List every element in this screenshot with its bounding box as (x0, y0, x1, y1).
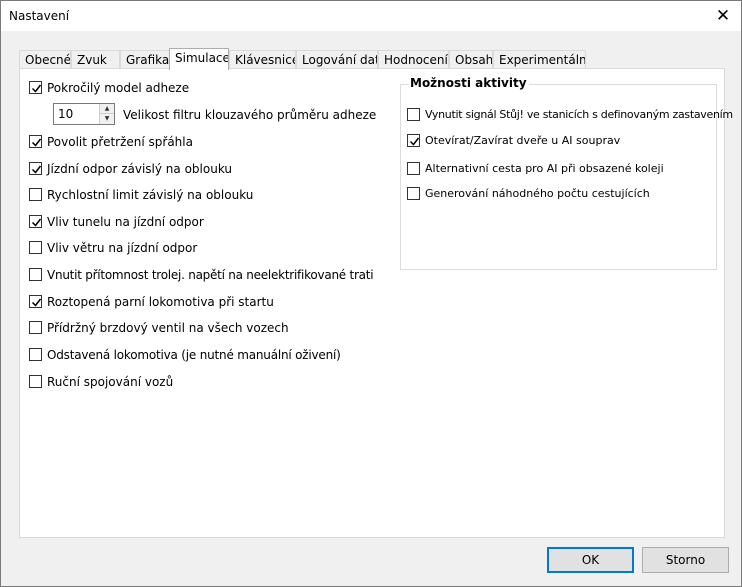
checkbox-checked[interactable] (29, 215, 42, 228)
tab-klavesnice[interactable]: Klávesnice (229, 50, 296, 69)
option-label: Generování náhodného počtu cestujících (425, 187, 650, 200)
tab-obsah[interactable]: Obsah (449, 50, 493, 69)
option-label: Vliv tunelu na jízdní odpor (47, 215, 204, 229)
tab-hodnoceni[interactable]: Hodnocení (378, 50, 449, 69)
checkbox-checked[interactable] (29, 135, 42, 148)
option-label: Vynutit signál Stůj! ve stanicích s defi… (425, 108, 733, 121)
spinner-down-icon[interactable]: ▼ (100, 114, 114, 124)
option-label: Vliv větru na jízdní odpor (47, 241, 198, 255)
option-label: Roztopená parní lokomotiva při startu (47, 295, 274, 309)
window-title: Nastavení (9, 9, 70, 23)
checkbox-checked[interactable] (29, 295, 42, 308)
simulation-panel: Pokročilý model adheze 10 ▲ ▼ Velikost f… (19, 68, 733, 538)
option-label: Otevírat/Zavírat dveře u AI souprav (425, 134, 621, 147)
tab-zvuk[interactable]: Zvuk (71, 50, 120, 69)
checkbox-unchecked[interactable] (29, 321, 42, 334)
checkbox-unchecked[interactable] (407, 108, 420, 121)
tab-simulace[interactable]: Simulace (169, 48, 229, 70)
spinner-buttons: ▲ ▼ (99, 104, 114, 124)
option-label: Povolit přetržení spřáhla (47, 135, 193, 149)
checkbox-unchecked[interactable] (407, 162, 420, 175)
tab-grafika[interactable]: Grafika (120, 50, 170, 69)
tab-obecne[interactable]: Obecné (19, 50, 71, 69)
cancel-button[interactable]: Storno (642, 547, 729, 573)
checkbox-checked[interactable] (29, 162, 42, 175)
checkbox-unchecked[interactable] (29, 268, 42, 281)
option-label: Vnutit přítomnost trolej. napětí na neel… (47, 268, 374, 282)
settings-window: Nastavení ✕ Obecné Zvuk Grafika Simulace… (0, 0, 742, 587)
checkbox-unchecked[interactable] (29, 241, 42, 254)
activity-group-title: Možnosti aktivity (408, 76, 529, 90)
option-label: Jízdní odpor závislý na oblouku (47, 162, 232, 176)
adhesion-filter-label: Velikost filtru klouzavého průměru adhez… (123, 108, 377, 122)
checkbox-unchecked[interactable] (29, 348, 42, 361)
tab-logovani-dat[interactable]: Logování dat (296, 50, 378, 69)
tab-experimentalni[interactable]: Experimentální (493, 50, 586, 69)
option-label: Odstavená lokomotiva (je nutné manuální … (47, 348, 341, 362)
checkbox-unchecked[interactable] (29, 188, 42, 201)
spinner-up-icon[interactable]: ▲ (100, 104, 114, 114)
option-label: Pokročilý model adheze (47, 81, 190, 95)
option-label: Rychlostní limit závislý na oblouku (47, 188, 254, 202)
option-label: Alternativní cesta pro AI při obsazené k… (425, 162, 664, 175)
close-button[interactable]: ✕ (705, 1, 741, 31)
option-label: Přídržný brzdový ventil na všech vozech (47, 321, 289, 335)
checkbox-unchecked[interactable] (29, 375, 42, 388)
ok-button[interactable]: OK (547, 547, 634, 573)
checkbox-unchecked[interactable] (407, 187, 420, 200)
adhesion-filter-spinner[interactable]: 10 ▲ ▼ (53, 103, 115, 125)
checkbox-checked[interactable] (407, 134, 420, 147)
option-label: Ruční spojování vozů (47, 375, 174, 389)
checkbox-checked[interactable] (29, 81, 42, 94)
spinner-value[interactable]: 10 (58, 107, 73, 121)
title-bar: Nastavení ✕ (1, 1, 741, 31)
